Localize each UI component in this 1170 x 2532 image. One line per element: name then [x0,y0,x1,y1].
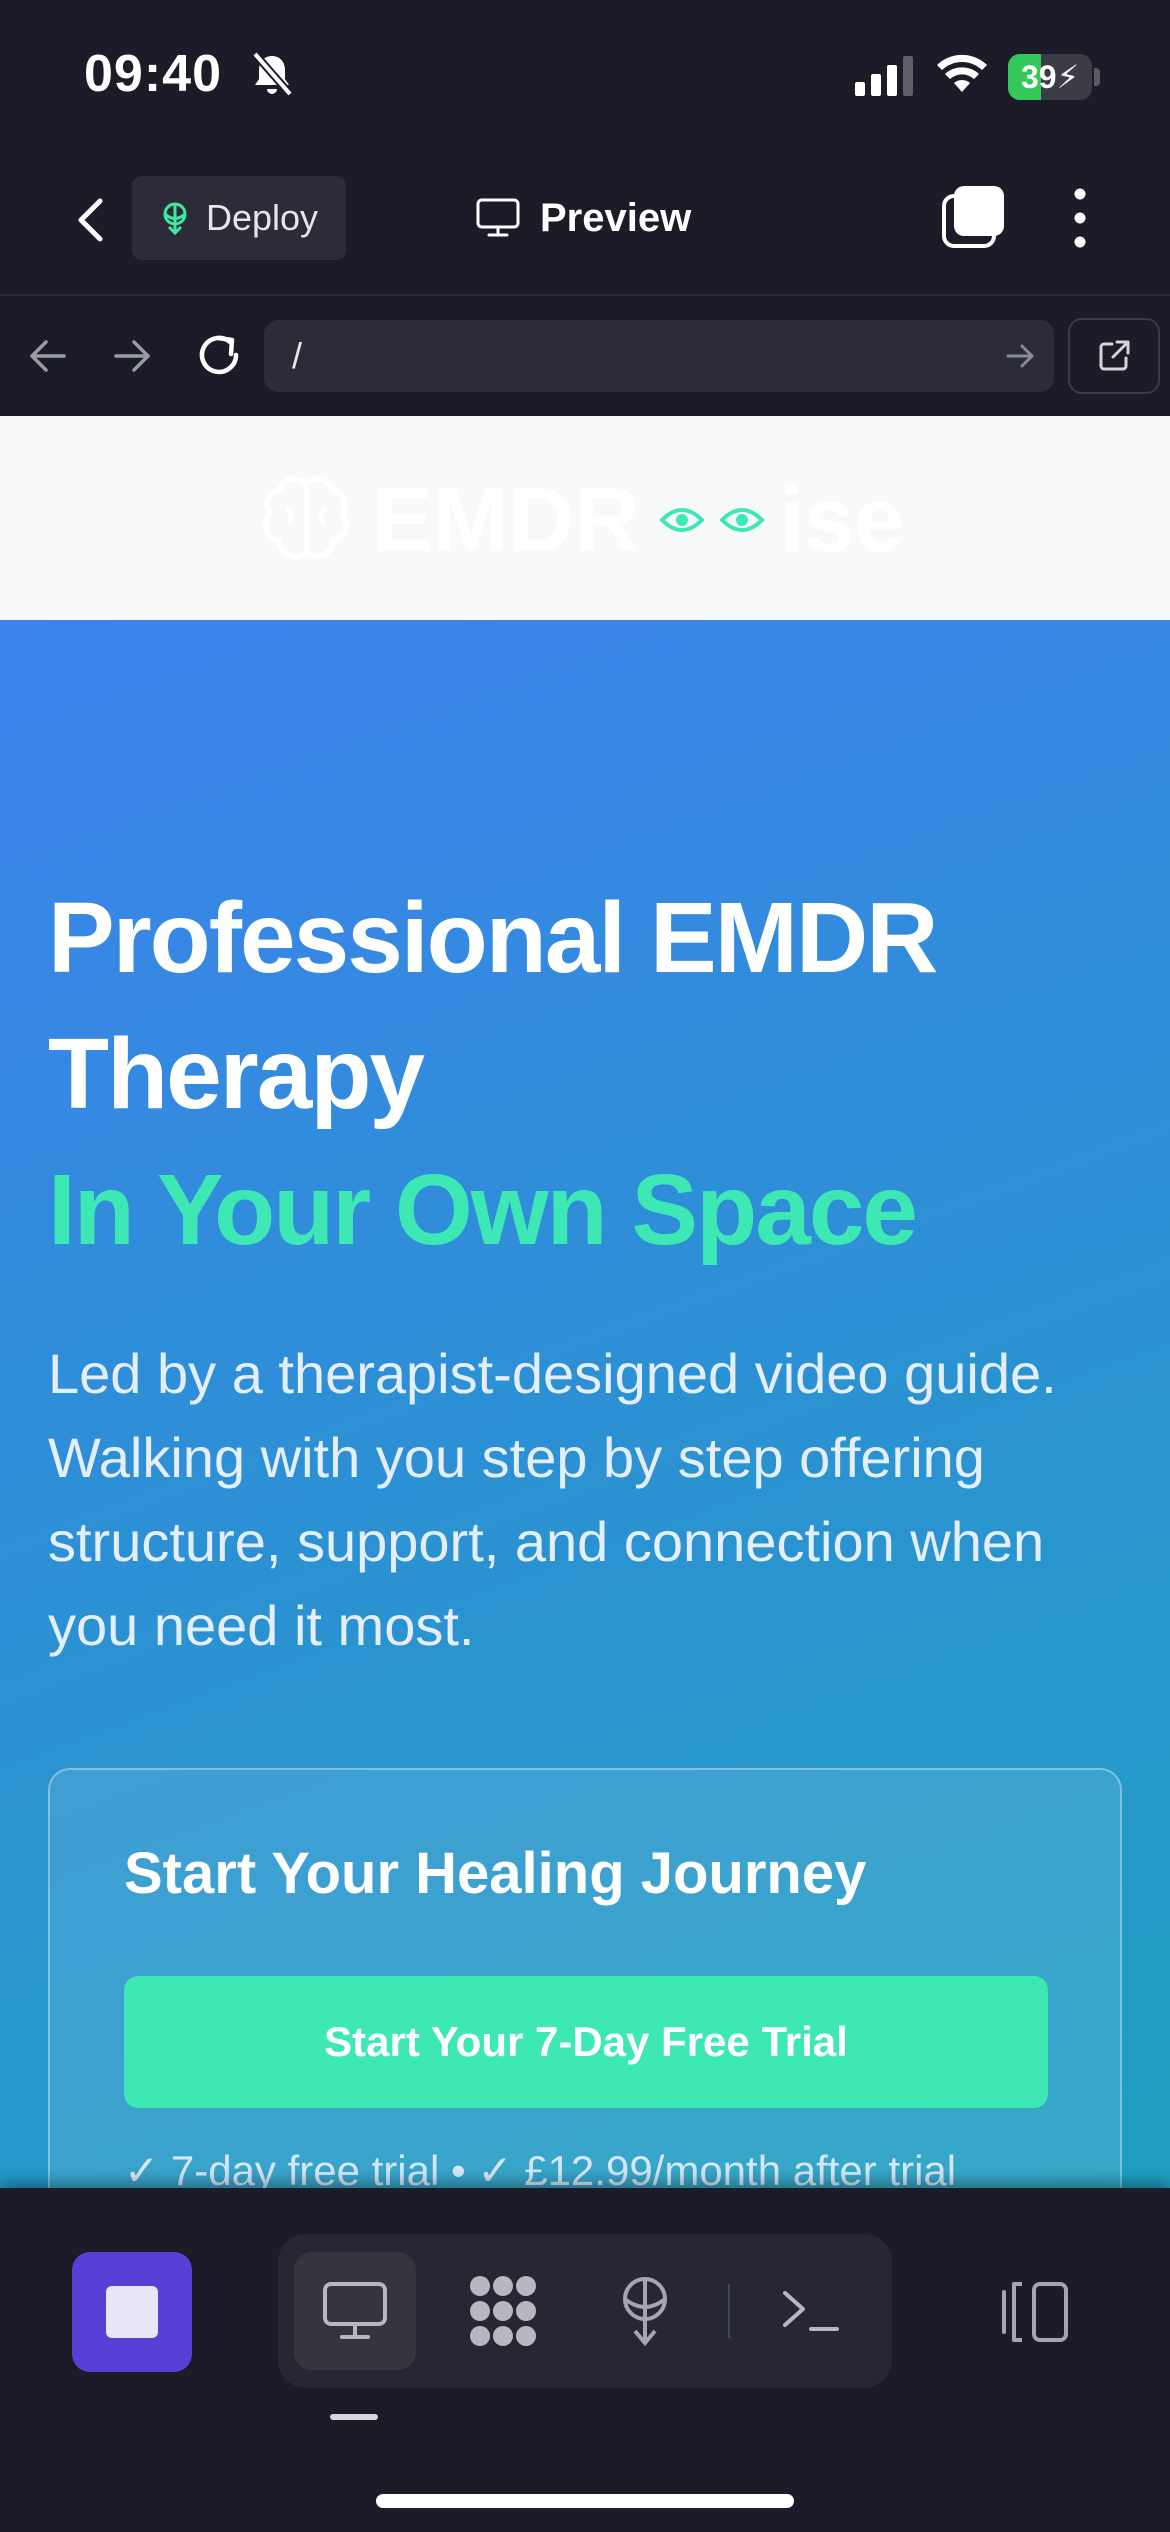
reload-icon [199,335,239,375]
eye-icon [719,508,765,532]
logo-eyes [659,503,765,537]
terminal-mode-button[interactable] [750,2252,872,2370]
hero-highlight: In Your Own Space [48,1154,918,1266]
layout-toggle-button[interactable] [990,2272,1080,2352]
browser-forward-button[interactable] [108,332,156,385]
logo-text-start: EMDR [372,468,640,571]
status-bar: 09:40 39⚡ [0,0,1170,150]
home-indicator[interactable] [376,2494,794,2508]
brain-icon [262,476,350,560]
mode-switcher [278,2234,892,2388]
battery-level-text: 39 [1020,59,1057,95]
external-link-icon [1099,340,1130,371]
deploy-label: Deploy [206,197,319,238]
site-logo[interactable]: EMDR ise [262,466,905,574]
terminal-icon [783,2291,839,2331]
arrow-right-icon [114,340,150,372]
stop-button[interactable] [72,2252,192,2372]
card-title: Start Your Healing Journey [124,1841,867,1906]
hero-section: Professional EMDR Therapy In Your Own Sp… [0,620,1170,2188]
app-header: Deploy Preview [0,150,1170,296]
more-vertical-icon [1074,188,1086,248]
hero-title: Professional EMDR Therapy [48,882,938,1130]
logo-text-end: ise [778,468,905,571]
battery-cap [1094,68,1100,86]
apps-mode-button[interactable] [442,2252,564,2370]
go-arrow-icon[interactable] [1004,340,1036,377]
active-mode-indicator [330,2414,378,2420]
trial-terms-note: ✓ 7-day free trial • ✓ £12.99/month afte… [124,2147,957,2188]
site-header: EMDR ise [0,416,1170,620]
start-free-trial-button[interactable]: Start Your 7-Day Free Trial [124,1976,1048,2108]
chevron-left-icon [78,198,103,242]
more-options-button[interactable] [1056,184,1104,252]
deploy-mode-button[interactable] [584,2252,706,2370]
wifi-icon [936,52,988,99]
status-time: 09:40 [84,45,222,103]
arrow-left-icon [30,340,66,372]
tabs-icon [942,186,1004,248]
url-input[interactable]: / [264,320,1054,392]
charging-bolt-icon: ⚡ [1056,59,1080,95]
apps-grid-icon [470,2276,536,2346]
deploy-icon [163,202,187,235]
eye-icon [659,508,705,532]
silent-mode-icon [250,50,294,103]
browser-toolbar: / [0,296,1170,416]
signup-card: Start Your Healing Journey Start Your 7-… [48,1768,1122,2188]
deploy-icon [623,2277,667,2347]
deploy-button[interactable]: Deploy [132,176,346,260]
reload-button[interactable] [192,328,246,387]
battery-icon: 39⚡ [1008,54,1092,100]
page-title: Preview [540,195,692,240]
mode-divider [728,2284,730,2338]
open-external-button[interactable] [1068,318,1160,394]
trial-button-label: Start Your 7-Day Free Trial [324,2018,848,2065]
bottom-dock [0,2188,1170,2532]
cellular-signal-icon [855,56,915,101]
browser-back-button[interactable] [24,332,72,385]
desktop-icon [323,2282,387,2339]
split-view-icon [1002,2282,1068,2342]
url-text: / [292,335,303,376]
stop-icon [106,2286,158,2338]
back-button[interactable] [60,190,120,250]
tabs-button[interactable] [940,184,1006,250]
desktop-mode-button[interactable] [294,2252,416,2370]
web-preview: EMDR ise Professional EMDR Therapy In Yo… [0,416,1170,2188]
monitor-icon [476,198,520,237]
hero-description: Led by a therapist-designed video guide.… [48,1342,1057,1657]
preview-title: Preview [476,186,691,250]
